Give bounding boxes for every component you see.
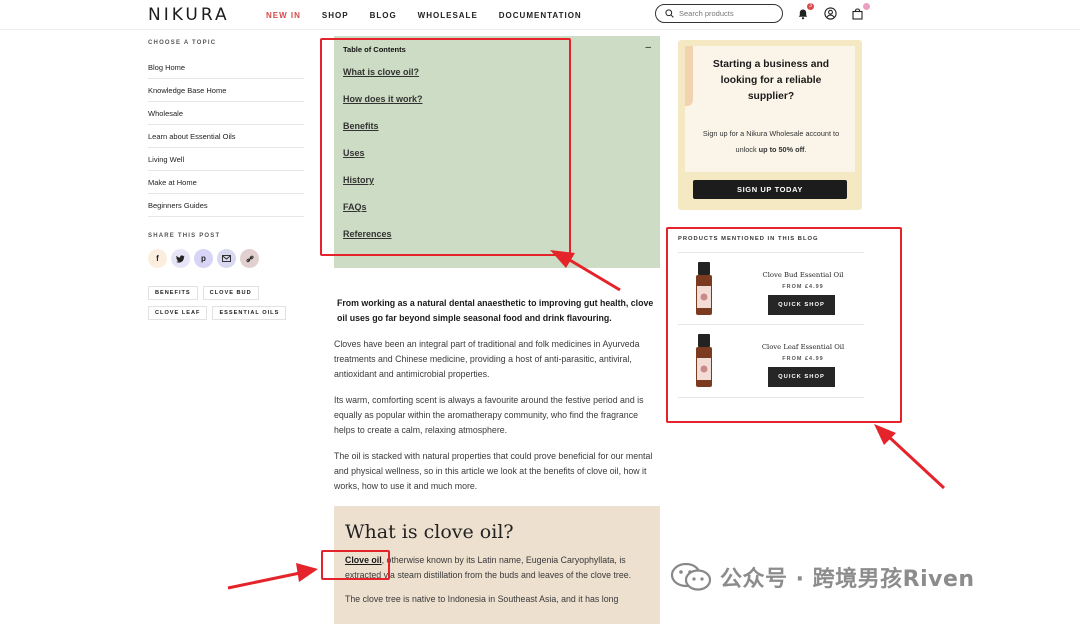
annotation-arrows bbox=[227, 250, 946, 590]
watermark-text: 公众号 · 跨境男孩Riven bbox=[720, 567, 975, 592]
wechat-icon bbox=[670, 562, 712, 591]
watermark: 公众号 · 跨境男孩Riven bbox=[670, 561, 975, 593]
